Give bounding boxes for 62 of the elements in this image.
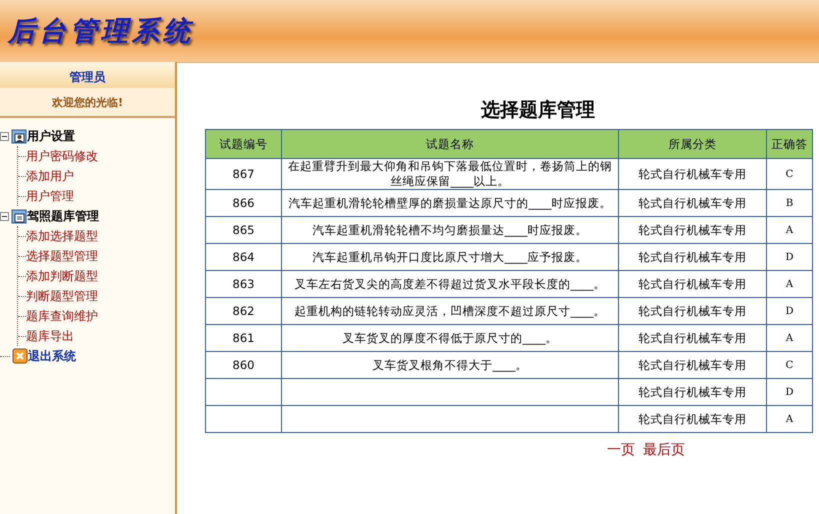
menu-link[interactable]: 添加用户 [26,168,74,184]
user-folder-icon [11,128,27,144]
expander-icon[interactable] [0,212,9,220]
welcome-text: 欢迎您的光临! [52,94,124,110]
table-cell: D [766,298,812,324]
column-header: 试题编号 [206,130,282,158]
menu-link[interactable]: 判断题型管理 [26,288,98,304]
column-header: 正确答 [766,130,812,158]
menu-link[interactable]: 添加判断题型 [26,268,98,284]
table-cell: 汽车起重机滑轮轮槽壁厚的磨损量达原尺寸的____时应报废。 [282,190,618,216]
table-cell: 轮式自行机械车专用 [618,244,766,270]
table-cell: 860 [206,352,282,378]
table-cell: D [766,244,812,270]
table-cell: 轮式自行机械车专用 [618,298,766,324]
pagination-link[interactable]: 一页 [607,441,635,459]
menu-link[interactable]: 添加选择题型 [26,228,98,244]
table-cell: 轮式自行机械车专用 [618,352,766,378]
menu-link[interactable]: 题库导出 [26,328,74,344]
table-cell: 861 [206,324,282,352]
table-cell: 在起重臂升到最大仰角和吊钩下落最低位置时，卷扬筒上的钢丝绳应保留____以上。 [282,158,618,190]
tree-group-item[interactable]: 驾照题库管理 [27,208,99,224]
menu-link[interactable]: 用户密码修改 [26,148,98,164]
document-folder-icon [11,208,27,224]
table-cell: 汽车起重机吊钩开口度比原尺寸增大____应予报废。 [282,244,618,270]
table-cell: 862 [206,298,282,324]
exit-icon [12,348,28,364]
table-cell: A [766,270,812,298]
table-cell: 汽车起重机滑轮轮槽不均匀磨损量达____时应报废。 [282,216,618,244]
table-cell: 轮式自行机械车专用 [618,406,766,432]
menu-link[interactable]: 选择题型管理 [26,248,98,264]
table-cell: 864 [206,244,282,270]
table-cell: A [766,216,812,244]
menu-link[interactable]: 题库查询维护 [26,308,98,324]
column-header: 所属分类 [618,130,766,158]
menu-link[interactable]: 用户管理 [26,188,74,204]
table-cell: 865 [206,216,282,244]
tree-group-item[interactable]: 用户设置 [27,128,75,144]
app-title: 后台管理系统 [8,15,194,49]
expander-icon[interactable] [0,132,9,140]
table-cell: 叉车货叉的厚度不得低于原尺寸的____。 [282,324,618,352]
table-cell: 轮式自行机械车专用 [618,270,766,298]
pagination-link[interactable]: 最后页 [643,441,685,459]
table-cell: A [766,406,812,432]
table-cell: D [766,378,812,406]
table-cell: 轮式自行机械车专用 [618,190,766,216]
table-cell: 863 [206,270,282,298]
table-cell: C [766,352,812,378]
table-cell: 轮式自行机械车专用 [618,378,766,406]
table-cell: 叉车货叉根角不得大于____。 [282,352,618,378]
table-cell: A [766,324,812,352]
table-cell: 866 [206,190,282,216]
table-cell: 轮式自行机械车专用 [618,324,766,352]
page-title: 选择题库管理 [480,98,596,123]
tree-group-item[interactable]: 退出系统 [28,348,76,364]
table-cell: B [766,190,812,216]
table-cell: C [766,158,812,190]
table-cell: 叉车左右货叉尖的高度差不得超过货叉水平段长度的____。 [282,270,618,298]
table-cell: 867 [206,158,282,190]
column-header: 试题名称 [282,130,618,158]
table-cell: 轮式自行机械车专用 [618,158,766,190]
table-cell: 轮式自行机械车专用 [618,216,766,244]
table-cell: 起重机构的链轮转动应灵活，凹槽深度不超过原尺寸____。 [282,298,618,324]
